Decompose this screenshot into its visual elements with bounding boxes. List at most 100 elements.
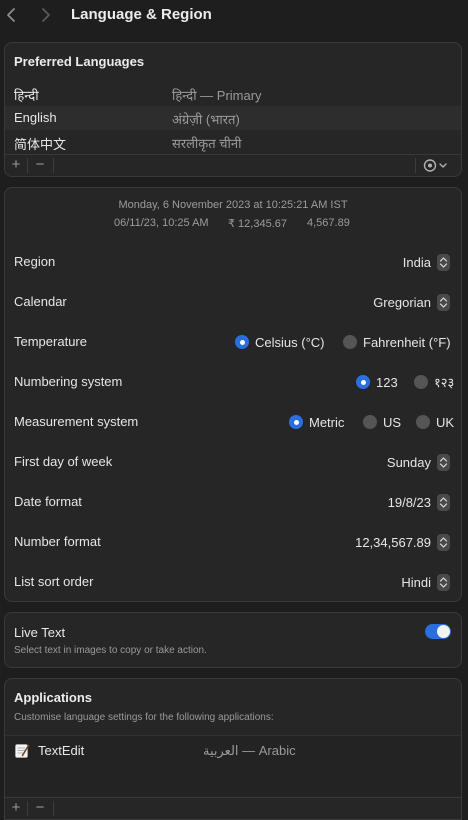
radio-latin-digits[interactable]: 123 <box>356 374 398 390</box>
preview-short-date: 06/11/23, 10:25 AM <box>114 217 209 229</box>
language-row-chinese[interactable]: 简体中文 सरलीकृत चीनी <box>5 130 461 154</box>
radio-label: Metric <box>309 414 345 430</box>
language-name: हिन्दी <box>14 88 39 103</box>
radio-indicator <box>356 375 370 389</box>
textedit-app-icon <box>14 743 30 759</box>
radio-label: 123 <box>376 374 398 390</box>
preview-long-date: Monday, 6 November 2023 at 10:25:21 AM I… <box>118 199 348 211</box>
live-text-title: Live Text <box>14 625 66 640</box>
applications-subtitle: Customise language settings for the foll… <box>14 712 274 723</box>
language-name: English <box>14 110 57 125</box>
divider <box>415 158 416 173</box>
region-label: Region <box>14 254 56 269</box>
radio-uk[interactable]: UK <box>416 414 454 430</box>
preview-number: 4,567.89 <box>307 217 350 229</box>
radio-label: Celsius (°C) <box>255 334 325 350</box>
radio-indicator <box>235 335 249 349</box>
applications-heading: Applications <box>14 690 93 705</box>
add-application-button[interactable]: + <box>5 800 27 817</box>
list-item[interactable]: TextEdit العربية — Arabic <box>5 739 461 763</box>
first-day-row: First day of week Sunday <box>5 442 461 482</box>
forward-chevron-icon[interactable] <box>38 6 54 24</box>
calendar-row: Calendar Gregorian <box>5 282 461 322</box>
divider <box>27 801 28 816</box>
radio-devanagari-digits[interactable]: १२३ <box>414 374 454 390</box>
preview-currency: ₹ 12,345.67 <box>228 218 287 230</box>
radio-indicator <box>414 375 428 389</box>
language-name: 简体中文 <box>14 137 67 152</box>
calendar-label: Calendar <box>14 294 67 309</box>
remove-language-button[interactable]: − <box>29 157 51 174</box>
radio-indicator <box>289 415 303 429</box>
number-format-label: Number format <box>14 534 101 549</box>
applications-panel: Applications Customise language settings… <box>4 678 462 820</box>
applications-list: TextEdit العربية — Arabic <box>5 735 461 796</box>
add-language-button[interactable]: + <box>5 157 27 174</box>
up-down-chevron-icon <box>437 533 450 551</box>
numbering-system-label: Numbering system <box>14 374 123 389</box>
language-options-button[interactable] <box>421 157 451 174</box>
radio-label: Fahrenheit (°F) <box>363 334 451 350</box>
format-preview: Monday, 6 November 2023 at 10:25:21 AM I… <box>5 188 461 236</box>
region-value: India <box>402 254 431 270</box>
radio-label: US <box>383 414 402 430</box>
measurement-system-row: Measurement system Metric US UK <box>5 402 461 442</box>
number-format-row: Number format 12,34,567.89 <box>5 522 461 562</box>
up-down-chevron-icon <box>437 253 450 271</box>
first-day-popup[interactable]: Sunday <box>387 453 450 471</box>
gear-icon <box>423 159 447 172</box>
radio-indicator <box>416 415 430 429</box>
language-row-english[interactable]: English अंग्रेज़ी (भारत) <box>5 106 461 130</box>
list-sort-order-popup[interactable]: Hindi <box>401 573 450 591</box>
radio-celsius[interactable]: Celsius (°C) <box>235 334 324 350</box>
list-sort-order-row: List sort order Hindi <box>5 562 461 601</box>
number-format-popup[interactable]: 12,34,567.89 <box>355 533 450 551</box>
radio-label: १२३ <box>434 375 455 390</box>
radio-indicator <box>343 335 357 349</box>
region-row: Region India <box>5 242 461 282</box>
divider <box>53 801 54 816</box>
title-bar: Language & Region <box>0 0 468 32</box>
preferred-languages-heading: Preferred Languages <box>14 54 145 69</box>
date-format-row: Date format 19/8/23 <box>5 482 461 522</box>
up-down-chevron-icon <box>437 493 450 511</box>
calendar-value: Gregorian <box>373 294 431 310</box>
date-format-label: Date format <box>14 494 82 509</box>
first-day-label: First day of week <box>14 454 113 469</box>
live-text-panel: Live Text Select text in images to copy … <box>4 612 462 668</box>
divider <box>53 158 54 173</box>
date-format-value: 19/8/23 <box>387 494 431 510</box>
radio-us[interactable]: US <box>363 414 401 430</box>
divider <box>27 158 28 173</box>
up-down-chevron-icon <box>437 453 450 471</box>
applications-list-toolbar: + − <box>5 797 461 819</box>
numbering-system-row: Numbering system 123 १२३ <box>5 362 461 402</box>
radio-indicator <box>363 415 377 429</box>
app-language: العربية — Arabic <box>203 743 296 758</box>
language-native-name: अंग्रेज़ी (भारत) <box>172 112 240 127</box>
list-sort-order-label: List sort order <box>14 574 94 589</box>
radio-label: UK <box>436 414 455 430</box>
radio-metric[interactable]: Metric <box>289 414 344 430</box>
back-chevron-icon[interactable] <box>4 6 20 24</box>
calendar-popup[interactable]: Gregorian <box>373 293 450 311</box>
number-format-value: 12,34,567.89 <box>355 534 431 550</box>
temperature-label: Temperature <box>14 334 87 349</box>
live-text-subtitle: Select text in images to copy or take ac… <box>14 645 207 656</box>
date-format-popup[interactable]: 19/8/23 <box>388 493 450 511</box>
up-down-chevron-icon <box>437 293 450 311</box>
language-row-hindi[interactable]: हिन्दी हिन्दी — Primary <box>5 82 461 106</box>
language-native-name: हिन्दी — Primary <box>172 88 262 103</box>
region-settings-panel: Monday, 6 November 2023 at 10:25:21 AM I… <box>4 187 462 602</box>
first-day-value: Sunday <box>386 454 431 470</box>
language-native-name: सरलीकृत चीनी <box>172 136 242 151</box>
remove-application-button[interactable]: − <box>29 800 51 817</box>
radio-fahrenheit[interactable]: Fahrenheit (°F) <box>343 334 451 350</box>
temperature-row: Temperature Celsius (°C) Fahrenheit (°F) <box>5 322 461 362</box>
live-text-toggle[interactable] <box>425 624 451 639</box>
up-down-chevron-icon <box>437 573 450 591</box>
region-popup[interactable]: India <box>403 253 450 271</box>
languages-list-toolbar: + − <box>5 154 461 176</box>
list-sort-order-value: Hindi <box>401 574 431 590</box>
page-title: Language & Region <box>71 6 212 23</box>
